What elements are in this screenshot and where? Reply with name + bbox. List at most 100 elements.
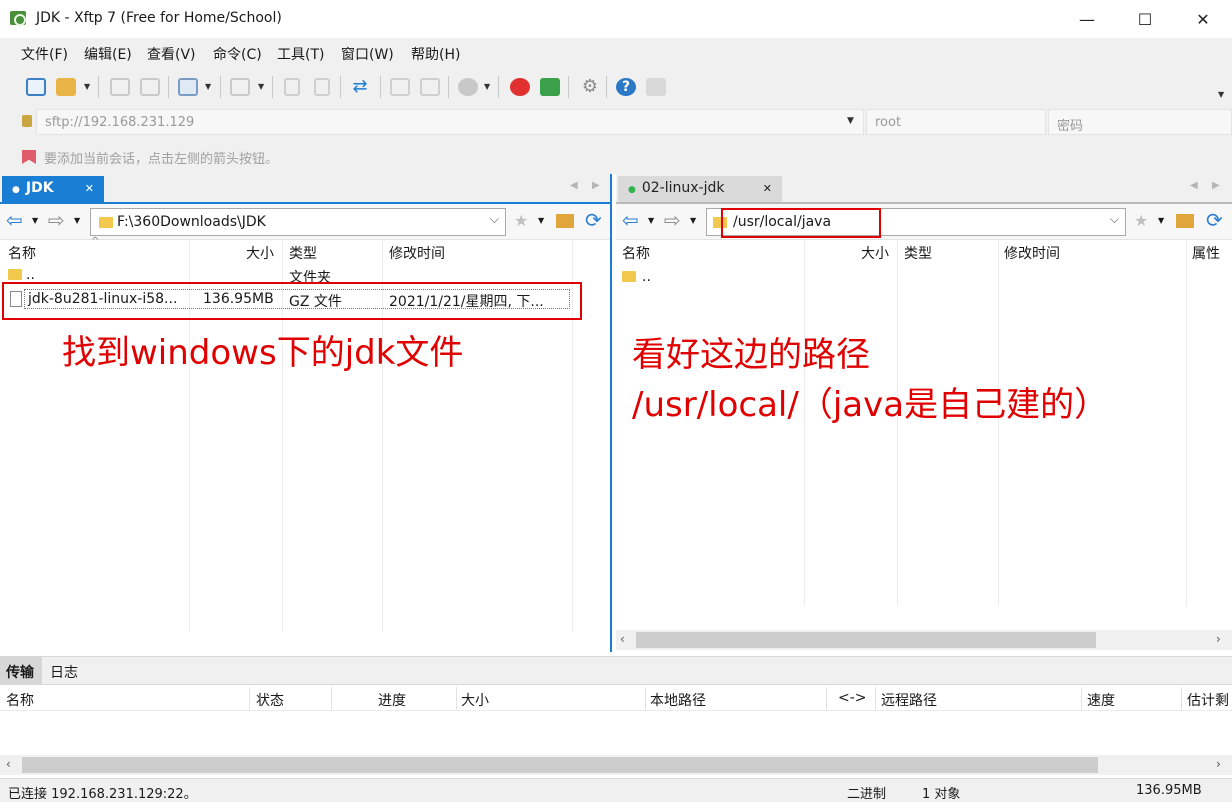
session-hint-text: 要添加当前会话，点击左侧的箭头按钮。 [44,152,279,167]
menu-file[interactable]: 文件(F) [21,44,68,64]
close-window-button[interactable]: ✕ [1174,0,1232,38]
connected-dot-icon: ● [628,185,636,195]
back-arrow-icon[interactable]: ⇦ [6,210,23,230]
chevron-down-icon[interactable]: ▼ [690,216,696,225]
transfer-mode[interactable]: 二进制 [847,783,886,802]
remote-pane: ● 02-linux-jdk ✕ ◀ ▶ ⇦ ▼ ⇨ ▼ /usr/local/j… [616,174,1232,652]
refresh-icon[interactable]: ⟳ [1206,208,1223,232]
open-folder-icon[interactable] [56,78,76,96]
chevron-down-icon[interactable]: ▼ [538,216,544,225]
tab-scroll-right-icon[interactable]: ▶ [592,180,600,191]
chat-icon[interactable] [646,78,666,96]
gear-icon[interactable]: ⚙ [580,78,600,96]
col-type[interactable]: 类型 [904,243,932,263]
home-folder-icon[interactable] [1176,214,1194,228]
connect-icon[interactable] [110,78,130,96]
chevron-down-icon[interactable]: ▼ [84,82,90,91]
col-name[interactable]: 名称 [6,690,34,710]
col-local-path[interactable]: 本地路径 [650,690,706,710]
chevron-down-icon[interactable]: ▼ [74,216,80,225]
back-arrow-icon[interactable]: ⇦ [622,210,639,230]
chevron-down-icon[interactable]: ▼ [205,82,211,91]
disconnect-icon[interactable] [140,78,160,96]
tab-close-icon[interactable]: ✕ [763,182,772,195]
minimize-button[interactable]: — [1058,0,1116,38]
username-input[interactable]: root [866,109,1046,135]
upload-icon[interactable] [284,78,300,96]
tab-local-jdk[interactable]: ● JDK ✕ [2,176,104,202]
menu-help[interactable]: 帮助(H) [411,44,460,64]
scrollbar-thumb[interactable] [636,632,1096,648]
menu-command[interactable]: 命令(C) [213,44,262,64]
download-icon[interactable] [314,78,330,96]
col-attributes[interactable]: 属性 [1192,243,1220,263]
tab-remote-linux-jdk[interactable]: ● 02-linux-jdk ✕ [618,176,782,202]
col-name[interactable]: 名称 [622,243,650,263]
col-direction[interactable]: <-> [838,690,867,706]
paste-icon[interactable] [420,78,440,96]
col-size[interactable]: 大小 [461,690,489,710]
col-modified[interactable]: 修改时间 [1004,243,1060,263]
tab-log[interactable]: 日志 [50,662,78,682]
scrollbar-thumb[interactable] [22,757,1098,773]
star-icon[interactable]: ★ [1134,211,1148,230]
local-pane: ● JDK ✕ ◀ ▶ ⇦ ▼ ⇨ ▼ F:\360Downloads\JDK ⌵… [0,174,612,652]
scroll-left-icon[interactable]: ‹ [620,632,625,646]
tab-close-icon[interactable]: ✕ [85,182,94,195]
chevron-down-icon[interactable]: ▼ [1158,216,1164,225]
refresh-icon[interactable]: ⟳ [585,208,602,232]
col-speed[interactable]: 速度 [1087,690,1115,710]
bookmark-icon[interactable] [22,150,36,164]
host-dropdown-icon[interactable]: ▼ [847,116,854,126]
col-size[interactable]: 大小 [861,243,889,263]
new-session-icon[interactable] [26,78,46,96]
copy-icon[interactable] [390,78,410,96]
col-progress[interactable]: 进度 [378,690,406,710]
tab-scroll-right-icon[interactable]: ▶ [1212,180,1220,191]
col-name[interactable]: 名称 [8,243,36,263]
toolbar-overflow-icon[interactable]: ▼ [1218,90,1224,99]
forward-arrow-icon[interactable]: ⇨ [664,210,681,230]
chevron-down-icon[interactable]: ▼ [484,82,490,91]
chevron-down-icon[interactable]: ▼ [258,82,264,91]
menu-view[interactable]: 查看(V) [147,44,196,64]
scroll-right-icon[interactable]: › [1216,757,1221,771]
col-modified[interactable]: 修改时间 [389,243,445,263]
host-input[interactable]: sftp://192.168.231.129 [36,109,864,135]
sync-arrows-icon[interactable]: ⇄ [350,78,370,96]
remote-column-header: 名称 大小 类型 修改时间 属性 [616,240,1232,262]
chevron-down-icon[interactable]: ⌵ [490,212,499,227]
col-eta[interactable]: 估计剩 [1187,690,1229,710]
transfer-icon[interactable] [230,78,250,96]
scroll-left-icon[interactable]: ‹ [6,757,11,771]
tab-scroll-left-icon[interactable]: ◀ [570,180,578,191]
col-size[interactable]: 大小 [246,243,274,263]
file-row-parent[interactable]: .. [616,266,1232,288]
col-status[interactable]: 状态 [256,690,284,710]
session-properties-icon[interactable] [178,78,198,96]
menu-edit[interactable]: 编辑(E) [84,44,132,64]
help-icon[interactable]: ? [616,78,636,96]
col-remote-path[interactable]: 远程路径 [881,690,937,710]
menu-tools[interactable]: 工具(T) [277,44,324,64]
home-folder-icon[interactable] [556,214,574,228]
local-path-input[interactable]: F:\360Downloads\JDK ⌵ [90,208,506,236]
chevron-down-icon[interactable]: ⌵ [1110,212,1119,227]
local-path-row: ⇦ ▼ ⇨ ▼ F:\360Downloads\JDK ⌵ ★ ▼ ⟳ [0,204,610,240]
col-type[interactable]: 类型 [289,243,317,263]
tab-transfers[interactable]: 传输 [0,657,42,685]
globe-icon[interactable] [458,78,478,96]
tab-scroll-left-icon[interactable]: ◀ [1190,180,1198,191]
transfer-horizontal-scrollbar[interactable]: ‹ › [0,755,1232,775]
xftp-icon[interactable] [540,78,560,96]
chevron-down-icon[interactable]: ▼ [32,216,38,225]
xshell-icon[interactable] [510,78,530,96]
forward-arrow-icon[interactable]: ⇨ [48,210,65,230]
menu-window[interactable]: 窗口(W) [341,44,394,64]
remote-horizontal-scrollbar[interactable]: ‹ › [616,630,1232,650]
scroll-right-icon[interactable]: › [1216,632,1221,646]
maximize-button[interactable]: ☐ [1116,0,1174,38]
chevron-down-icon[interactable]: ▼ [648,216,654,225]
password-input[interactable]: 密码 [1048,109,1232,135]
star-icon[interactable]: ★ [514,211,528,230]
